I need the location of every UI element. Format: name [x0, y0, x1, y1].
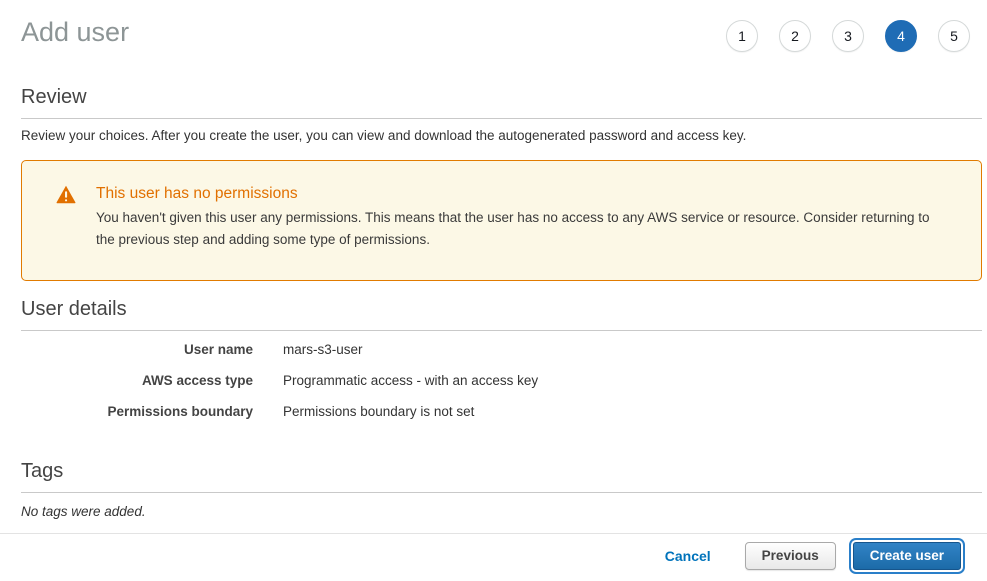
detail-label: AWS access type	[21, 373, 253, 388]
cancel-link[interactable]: Cancel	[665, 548, 711, 564]
warning-title: This user has no permissions	[96, 184, 945, 203]
step-5[interactable]: 5	[938, 20, 970, 52]
no-permissions-warning-box: This user has no permissions You haven't…	[21, 160, 982, 281]
step-1[interactable]: 1	[726, 20, 758, 52]
warning-text-block: This user has no permissions You haven't…	[96, 184, 945, 250]
step-4-active[interactable]: 4	[885, 20, 917, 52]
detail-value: Permissions boundary is not set	[283, 404, 474, 419]
tags-empty-message: No tags were added.	[21, 504, 982, 519]
step-indicator: 1 2 3 4 5	[726, 20, 970, 52]
user-details-section-heading: User details	[21, 298, 982, 331]
detail-label: Permissions boundary	[21, 404, 253, 419]
detail-row-permissions-boundary: Permissions boundary Permissions boundar…	[21, 404, 982, 435]
user-details-list: User name mars-s3-user AWS access type P…	[21, 342, 982, 435]
detail-value: Programmatic access - with an access key	[283, 373, 538, 388]
warning-body: You haven't given this user any permissi…	[96, 207, 945, 250]
detail-value: mars-s3-user	[283, 342, 363, 357]
detail-row-user-name: User name mars-s3-user	[21, 342, 982, 373]
create-user-button[interactable]: Create user	[853, 542, 961, 570]
review-section-heading: Review	[21, 86, 982, 119]
page-title: Add user	[21, 16, 129, 48]
previous-button[interactable]: Previous	[745, 542, 836, 570]
warning-triangle-icon	[56, 185, 76, 204]
review-description: Review your choices. After you create th…	[21, 128, 982, 143]
step-2[interactable]: 2	[779, 20, 811, 52]
detail-row-access-type: AWS access type Programmatic access - wi…	[21, 373, 982, 404]
wizard-header: Add user 1 2 3 4 5	[0, 0, 987, 52]
main-content: Review Review your choices. After you cr…	[0, 86, 987, 519]
wizard-footer: Cancel Previous Create user	[0, 533, 987, 581]
tags-section-heading: Tags	[21, 460, 982, 493]
detail-label: User name	[21, 342, 253, 357]
step-3[interactable]: 3	[832, 20, 864, 52]
